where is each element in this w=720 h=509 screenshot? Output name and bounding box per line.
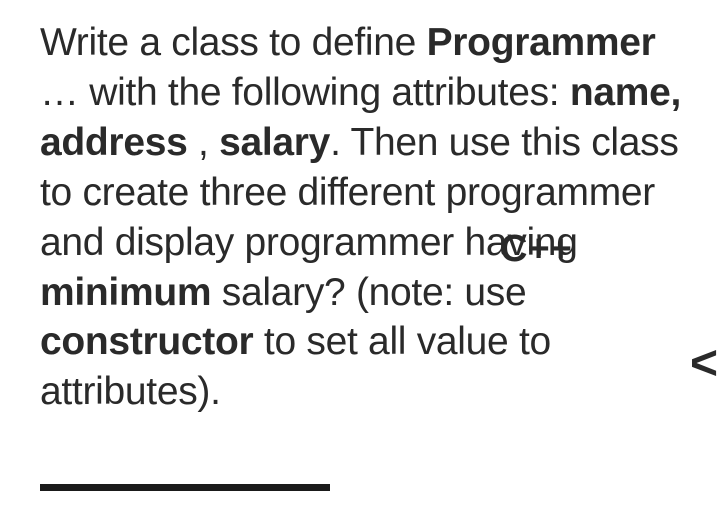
bold-constructor: constructor (40, 320, 253, 363)
text-part: , (187, 121, 219, 164)
bold-programmer: Programmer (427, 21, 656, 64)
underline-bar (40, 484, 330, 491)
bold-minimum: minimum (40, 271, 211, 314)
question-text: Write a class to define Programmer … wit… (0, 0, 720, 417)
bold-salary: salary (219, 121, 330, 164)
text-part: salary? (note: use (211, 271, 526, 314)
text-part: Write a class to define (40, 21, 427, 64)
chevron-left-icon[interactable]: < (690, 336, 718, 391)
text-part: … with the following attributes: (40, 71, 570, 114)
language-label: C++ (500, 228, 572, 271)
